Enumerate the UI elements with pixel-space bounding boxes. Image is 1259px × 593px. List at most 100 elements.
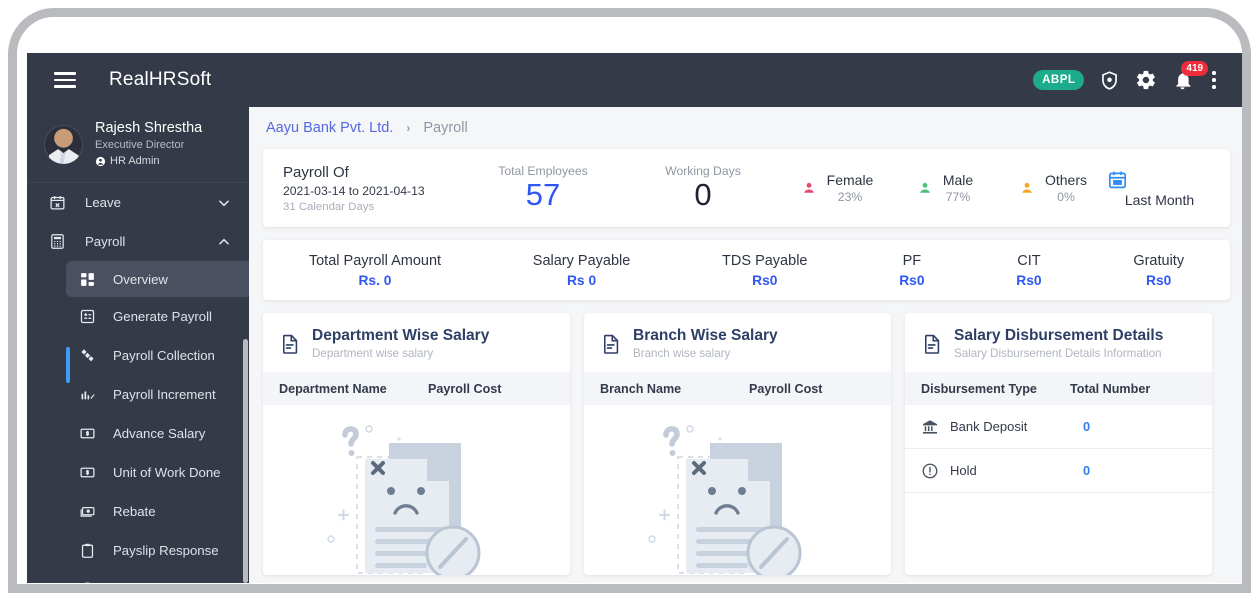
amount-label: PF xyxy=(902,252,922,269)
clipboard-icon xyxy=(79,542,96,559)
amount-value: Rs0 xyxy=(1016,272,1042,288)
sidebar-item-label: Generate Payroll xyxy=(113,309,212,324)
gear-icon[interactable] xyxy=(1135,69,1157,91)
gender-percent: 77% xyxy=(945,189,971,204)
amount-salary-payable: Salary Payable Rs 0 xyxy=(533,253,631,288)
disbursement-type-cell: Hold xyxy=(905,462,1070,480)
sidebar-item-advance-salary[interactable]: Advance Salary xyxy=(27,414,249,453)
column-header: Branch Name xyxy=(600,381,682,396)
table-row[interactable]: Hold 0 xyxy=(905,449,1212,493)
sidebar-group-payroll[interactable]: Payroll xyxy=(27,222,249,261)
sidebar-scrollbar[interactable] xyxy=(243,339,248,583)
diamond-cluster-icon xyxy=(79,347,96,364)
chevron-right-icon: › xyxy=(406,121,411,135)
sidebar-item-overview[interactable]: Overview xyxy=(66,261,249,297)
gender-label: Male xyxy=(942,171,974,188)
sidebar-item-rebate[interactable]: Rebate xyxy=(27,492,249,531)
document-icon xyxy=(279,333,301,355)
bar-chart-icon xyxy=(79,386,96,403)
empty-state xyxy=(584,405,891,575)
user-profile[interactable]: Rajesh Shrestha Executive Director HR Ad… xyxy=(27,107,249,183)
sidebar-item-label: Unit of Work Done xyxy=(113,465,221,480)
pause-circle-icon xyxy=(79,581,96,583)
notification-bell-icon[interactable]: 419 xyxy=(1172,60,1209,91)
amount-label: Salary Payable xyxy=(532,252,631,269)
avatar xyxy=(44,125,83,164)
no-data-found-illustration xyxy=(632,415,844,575)
amount-label: TDS Payable xyxy=(722,252,808,269)
amount-label: Gratuity xyxy=(1133,252,1185,269)
device-frame: RealHRSoft ABPL 419 Rajesh Shrestha Exec… xyxy=(8,8,1251,593)
top-bar-actions: ABPL 419 xyxy=(1033,60,1220,91)
amount-pf: PF Rs0 xyxy=(899,253,924,288)
sidebar-item-on-hold[interactable]: On Hold xyxy=(27,570,249,583)
table-header: Disbursement Type Total Number xyxy=(905,372,1212,405)
sidebar-item-payroll-collection[interactable]: Payroll Collection xyxy=(27,336,249,375)
person-icon xyxy=(917,180,933,196)
card-subtitle: Branch wise salary xyxy=(633,347,731,360)
cash-icon xyxy=(79,503,96,520)
payroll-calendar-days: 31 Calendar Days xyxy=(283,200,375,213)
card-header: Department Wise Salary Department wise s… xyxy=(263,313,570,372)
device-screen: RealHRSoft ABPL 419 Rajesh Shrestha Exec… xyxy=(17,17,1242,583)
column-header: Department Name xyxy=(279,381,387,396)
card-subtitle: Department wise salary xyxy=(312,347,434,360)
person-icon xyxy=(801,180,817,196)
working-days-value: 0 xyxy=(694,176,712,212)
amount-value: Rs0 xyxy=(899,272,925,288)
period-selector[interactable]: Last Month xyxy=(1107,169,1212,208)
gender-stat-female: Female 23% xyxy=(783,172,891,205)
calendar-x-icon xyxy=(49,194,66,211)
row-value: 0 xyxy=(1083,463,1091,478)
card-header: Branch Wise Salary Branch wise salary xyxy=(584,313,891,372)
column-header: Payroll Cost xyxy=(428,381,502,396)
sidebar-item-unit-of-work-done[interactable]: Unit of Work Done xyxy=(27,453,249,492)
payroll-of-title: Payroll Of xyxy=(283,163,349,181)
payroll-amounts-card: Total Payroll Amount Rs. 0 Salary Payabl… xyxy=(263,240,1230,300)
amount-tds-payable: TDS Payable Rs0 xyxy=(722,253,807,288)
calendar-icon xyxy=(1107,169,1212,190)
row-label: Hold xyxy=(950,463,977,478)
gender-stat-others: Others 0% xyxy=(999,172,1107,205)
document-icon xyxy=(600,333,622,355)
profile-admin-label: HR Admin xyxy=(110,155,160,167)
gender-percent: 23% xyxy=(837,189,863,204)
sidebar-item-label: On Hold xyxy=(113,582,161,583)
table-row[interactable]: Bank Deposit 0 xyxy=(905,405,1212,449)
person-icon xyxy=(1019,180,1035,196)
working-days-stat: Working Days 0 xyxy=(623,164,783,213)
top-bar: RealHRSoft ABPL 419 xyxy=(27,53,1242,107)
sidebar-item-label: Overview xyxy=(113,271,168,287)
detail-cards-row: Department Wise Salary Department wise s… xyxy=(249,313,1242,575)
sidebar-item-payslip-response[interactable]: Payslip Response xyxy=(27,531,249,570)
column-header: Total Number xyxy=(1070,381,1151,396)
shield-star-icon[interactable] xyxy=(1099,70,1120,91)
chevron-up-icon xyxy=(217,235,231,249)
amount-value: Rs0 xyxy=(1146,272,1172,288)
card-subtitle: Salary Disbursement Details Information xyxy=(954,347,1162,360)
sidebar-item-generate-payroll[interactable]: Generate Payroll xyxy=(27,297,249,336)
card-title: Branch Wise Salary xyxy=(633,327,778,344)
card-title: Salary Disbursement Details xyxy=(954,327,1164,344)
notification-count-badge: 419 xyxy=(1181,60,1209,76)
org-badge[interactable]: ABPL xyxy=(1033,70,1085,90)
breadcrumb-current: Payroll xyxy=(423,120,468,136)
chevron-down-icon xyxy=(217,196,231,210)
table-header: Branch Name Payroll Cost xyxy=(584,372,891,405)
sidebar-item-label: Advance Salary xyxy=(113,426,206,441)
breadcrumb-root-link[interactable]: Aayu Bank Pvt. Ltd. xyxy=(266,120,393,136)
row-label: Bank Deposit xyxy=(950,419,1028,434)
sidebar-item-payroll-increment[interactable]: Payroll Increment xyxy=(27,375,249,414)
table-header: Department Name Payroll Cost xyxy=(263,372,570,405)
sidebar-group-leave[interactable]: Leave xyxy=(27,183,249,222)
card-title: Department Wise Salary xyxy=(312,327,490,344)
amount-value: Rs 0 xyxy=(566,272,597,288)
hamburger-icon[interactable] xyxy=(54,72,76,88)
no-data-found-illustration xyxy=(311,415,523,575)
profile-role: Executive Director xyxy=(95,139,185,151)
sidebar-item-label: Payslip Response xyxy=(113,543,219,558)
total-employees-label: Total Employees xyxy=(498,163,588,178)
row-value: 0 xyxy=(1083,419,1091,434)
column-header: Payroll Cost xyxy=(749,381,823,396)
kebab-menu-icon[interactable] xyxy=(1208,69,1220,91)
